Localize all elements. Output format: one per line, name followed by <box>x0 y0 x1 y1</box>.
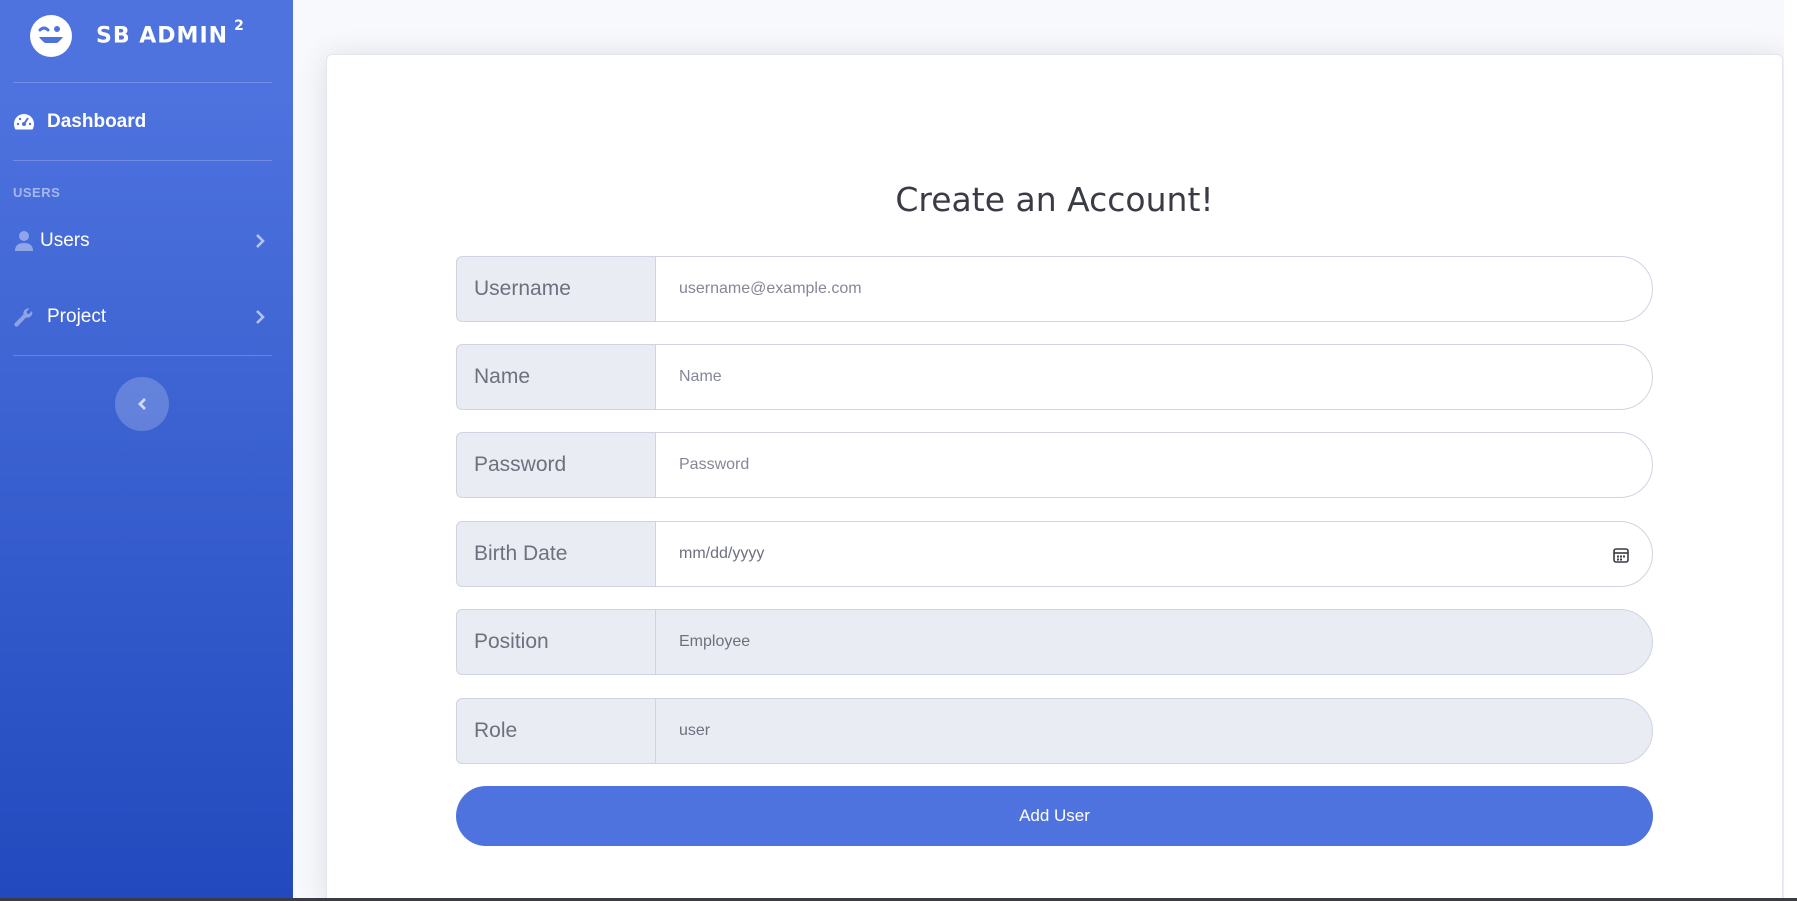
page-title: Create an Account! <box>895 180 1214 219</box>
user-icon <box>13 230 35 252</box>
sidebar-heading: USERS <box>13 185 61 200</box>
brand-name: SB ADMIN 2 <box>96 18 245 49</box>
sidebar-item-users[interactable]: Users <box>0 211 293 271</box>
sidebar-brand[interactable]: SB ADMIN 2 <box>0 0 293 82</box>
chevron-right-icon <box>256 310 265 324</box>
username-input[interactable] <box>655 256 1653 322</box>
wrench-icon <box>13 306 35 328</box>
password-label: Password <box>456 432 656 498</box>
role-label: Role <box>456 698 656 764</box>
date-placeholder: mm/dd/yyyy <box>679 545 765 562</box>
sidebar-divider <box>13 355 272 356</box>
username-label: Username <box>456 256 656 322</box>
birth-date-row: Birth Date mm/dd/yyyy <box>456 521 1653 587</box>
birth-date-label: Birth Date <box>456 521 656 587</box>
sidebar-divider <box>13 160 272 161</box>
sidebar: SB ADMIN 2 Dashboard USERS Users Project <box>0 0 293 898</box>
sidebar-item-label: Users <box>40 230 90 251</box>
role-row: Role <box>456 698 1653 764</box>
laugh-wink-icon <box>30 15 72 57</box>
password-row: Password <box>456 432 1653 498</box>
birth-date-input[interactable]: mm/dd/yyyy <box>655 521 1653 587</box>
role-input[interactable] <box>655 698 1653 764</box>
chevron-left-icon <box>138 398 146 410</box>
add-user-button[interactable]: Add User <box>456 786 1653 846</box>
name-input[interactable] <box>655 344 1653 410</box>
tachometer-icon <box>13 111 35 133</box>
calendar-icon[interactable] <box>1612 546 1630 564</box>
position-row: Position <box>456 609 1653 675</box>
position-label: Position <box>456 609 656 675</box>
sidebar-item-project[interactable]: Project <box>0 287 293 347</box>
sidebar-item-dashboard[interactable]: Dashboard <box>0 92 293 152</box>
sidebar-toggle-button[interactable] <box>115 377 169 431</box>
sidebar-divider <box>13 82 272 83</box>
sidebar-item-label: Dashboard <box>47 111 147 132</box>
chevron-right-icon <box>256 234 265 248</box>
password-input[interactable] <box>655 432 1653 498</box>
username-row: Username <box>456 256 1653 322</box>
sidebar-item-label: Project <box>47 306 107 327</box>
page-edge <box>1784 0 1797 898</box>
position-input[interactable] <box>655 609 1653 675</box>
name-row: Name <box>456 344 1653 410</box>
name-label: Name <box>456 344 656 410</box>
